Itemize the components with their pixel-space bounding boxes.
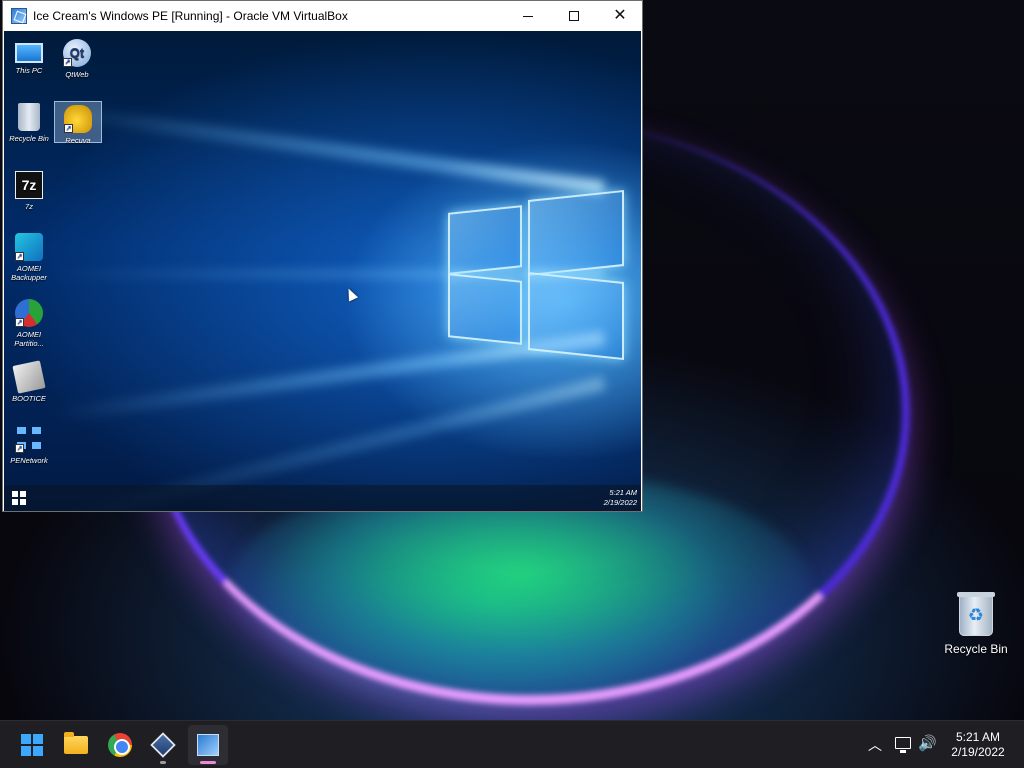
- maximize-icon: [569, 11, 579, 21]
- recycle-bin-icon: [18, 103, 40, 131]
- guest-taskbar: 5:21 AM 2/19/2022: [4, 485, 641, 511]
- guest-clock-time: 5:21 AM: [609, 488, 637, 497]
- virtualbox-vm-icon[interactable]: [11, 8, 27, 24]
- taskbar-start-button[interactable]: [12, 725, 52, 765]
- desktop-icon-label: AOMEI Partitio...: [14, 330, 44, 348]
- desktop-icon-label: 7z: [25, 202, 33, 211]
- taskbar-chrome-button[interactable]: [100, 725, 140, 765]
- windows-start-icon: [21, 734, 43, 756]
- windows-start-icon[interactable]: [12, 491, 26, 505]
- guest-vm-screen[interactable]: This PC Qt ↗ QtWeb Recycle Bin ↗ Recuva 7…: [4, 31, 641, 511]
- taskbar-virtualbox-vm-button[interactable]: [188, 725, 228, 765]
- desktop-icon-label: QtWeb: [65, 70, 89, 79]
- tray-overflow-chevron-icon[interactable]: ︿: [866, 735, 884, 755]
- recycle-symbol-icon: ♻: [967, 605, 985, 625]
- host-taskbar: ︿ 🔊 5:21 AM 2/19/2022: [0, 720, 1024, 768]
- guest-clock-date: 2/19/2022: [603, 498, 637, 507]
- recycle-bin-icon: ♻: [957, 592, 995, 636]
- desktop-icon-label: PENetwork: [10, 456, 48, 465]
- desktop-icon-label: AOMEI Backupper: [11, 264, 47, 282]
- guest-desktop-icon-recycle-bin[interactable]: Recycle Bin: [5, 103, 53, 143]
- virtualbox-icon: [150, 732, 176, 758]
- minimize-icon: [523, 15, 533, 17]
- active-indicator: [200, 761, 216, 764]
- this-pc-icon: [15, 43, 43, 63]
- running-indicator: [160, 761, 166, 764]
- shortcut-arrow-icon: ↗: [15, 252, 24, 261]
- network-icon[interactable]: [895, 737, 911, 753]
- windows-logo-pane: [528, 271, 624, 361]
- shortcut-arrow-icon: ↗: [64, 124, 73, 133]
- virtualbox-vm-icon: [197, 734, 219, 756]
- clock-date: 2/19/2022: [951, 745, 1005, 759]
- guest-desktop-icon-penetwork[interactable]: ↗ PENetwork: [5, 425, 53, 465]
- guest-desktop-icon-qtweb[interactable]: Qt ↗ QtWeb: [53, 39, 101, 79]
- shortcut-arrow-icon: ↗: [15, 444, 24, 453]
- desktop-icon-label: Recycle Bin: [9, 134, 49, 143]
- windows-logo-pane: [528, 189, 624, 277]
- window-title: Ice Cream's Windows PE [Running] - Oracl…: [33, 9, 348, 23]
- shortcut-arrow-icon: ↗: [63, 58, 72, 67]
- wallpaper-light-beam: [44, 269, 604, 279]
- guest-desktop-icon-aomei-partition[interactable]: ↗ AOMEI Partitio...: [5, 299, 53, 348]
- desktop-icon-label: Recycle Bin: [944, 642, 1008, 656]
- guest-desktop-icon-7z[interactable]: 7z 7z: [5, 171, 53, 211]
- 7zip-icon: 7z: [15, 171, 43, 199]
- desktop-icon-label: Recuva: [65, 136, 91, 145]
- close-icon: ✕: [613, 7, 627, 24]
- windows-logo-pane: [448, 205, 522, 275]
- taskbar-virtualbox-manager-button[interactable]: [143, 725, 183, 765]
- guest-desktop-icon-recuva[interactable]: ↗ Recuva: [54, 101, 102, 145]
- close-button[interactable]: ✕: [597, 1, 643, 31]
- host-desktop-icon-recycle-bin[interactable]: ♻ Recycle Bin: [940, 592, 1012, 656]
- bootice-icon: [12, 360, 46, 394]
- desktop-icon-label: This PC: [15, 66, 43, 75]
- taskbar-file-explorer-button[interactable]: [56, 725, 96, 765]
- shortcut-arrow-icon: ↗: [15, 318, 24, 327]
- maximize-button[interactable]: [551, 1, 597, 31]
- recuva-icon: ↗: [64, 105, 92, 133]
- virtualbox-vm-window[interactable]: Ice Cream's Windows PE [Running] - Oracl…: [2, 0, 643, 512]
- window-titlebar[interactable]: Ice Cream's Windows PE [Running] - Oracl…: [3, 1, 642, 31]
- aomei-backupper-icon: ↗: [15, 233, 43, 261]
- aomei-partition-icon: ↗: [15, 299, 43, 327]
- clock-time: 5:21 AM: [955, 730, 1001, 744]
- mouse-cursor-icon: [343, 286, 359, 302]
- folder-icon: [64, 732, 88, 754]
- penetwork-icon: ↗: [15, 425, 43, 453]
- guest-desktop-icon-bootice[interactable]: BOOTICE: [5, 360, 53, 403]
- minimize-button[interactable]: [505, 1, 551, 31]
- guest-clock[interactable]: 5:21 AM 2/19/2022: [604, 488, 637, 508]
- taskbar-clock[interactable]: 5:21 AM 2/19/2022: [944, 730, 1012, 760]
- windows-logo-pane: [448, 273, 522, 345]
- desktop-icon-label: BOOTICE: [12, 394, 46, 403]
- qtweb-icon: Qt ↗: [63, 39, 91, 67]
- guest-desktop-icon-this-pc[interactable]: This PC: [5, 39, 53, 75]
- guest-desktop-icon-aomei-backupper[interactable]: ↗ AOMEI Backupper: [5, 233, 53, 282]
- volume-icon[interactable]: 🔊: [918, 734, 937, 752]
- chrome-icon: [108, 733, 132, 757]
- wallpaper-light-beam: [48, 103, 605, 195]
